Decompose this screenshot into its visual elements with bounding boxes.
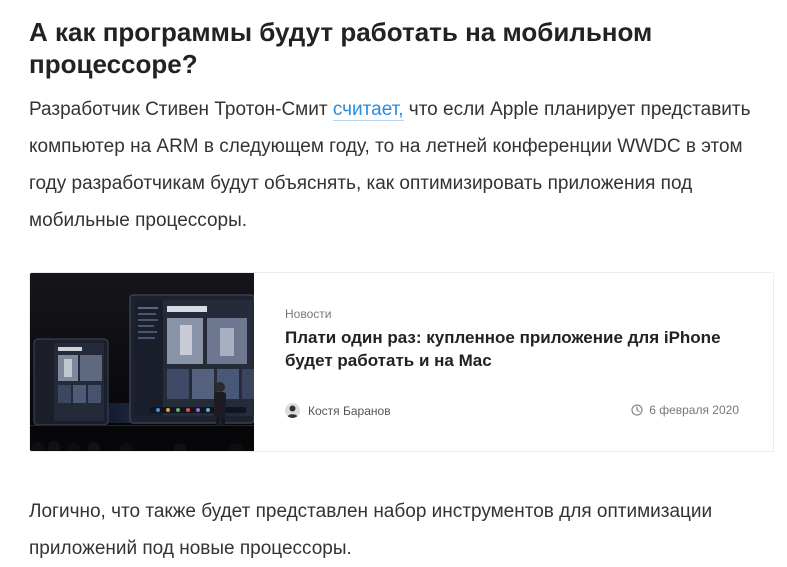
card-meta: Костя Баранов 6 февраля 2020 [285,403,755,421]
paragraph: Логично, что также будет представлен наб… [29,501,713,559]
wwdc-stage-photo [30,273,254,451]
related-article-card[interactable]: Новости Плати один раз: купленное прилож… [29,272,774,452]
avatar [285,403,300,418]
card-image[interactable] [30,273,254,451]
card-date: 6 февраля 2020 [631,403,739,417]
date-text: 6 февраля 2020 [649,403,739,417]
card-body: Новости Плати один раз: купленное прилож… [285,273,755,451]
card-author[interactable]: Костя Баранов [285,403,391,418]
author-name: Костя Баранов [308,403,391,418]
paragraph-text: Разработчик Стивен Тротон-Смит [29,99,333,120]
card-category[interactable]: Новости [285,307,331,321]
clock-icon [631,404,643,416]
paragraph: Разработчик Стивен Тротон-Смит считает, … [29,91,774,239]
section-heading: А как программы будут работать на мобиль… [29,17,653,79]
card-title[interactable]: Плати один раз: купленное приложение для… [285,326,755,372]
source-link[interactable]: считает, [332,99,404,121]
